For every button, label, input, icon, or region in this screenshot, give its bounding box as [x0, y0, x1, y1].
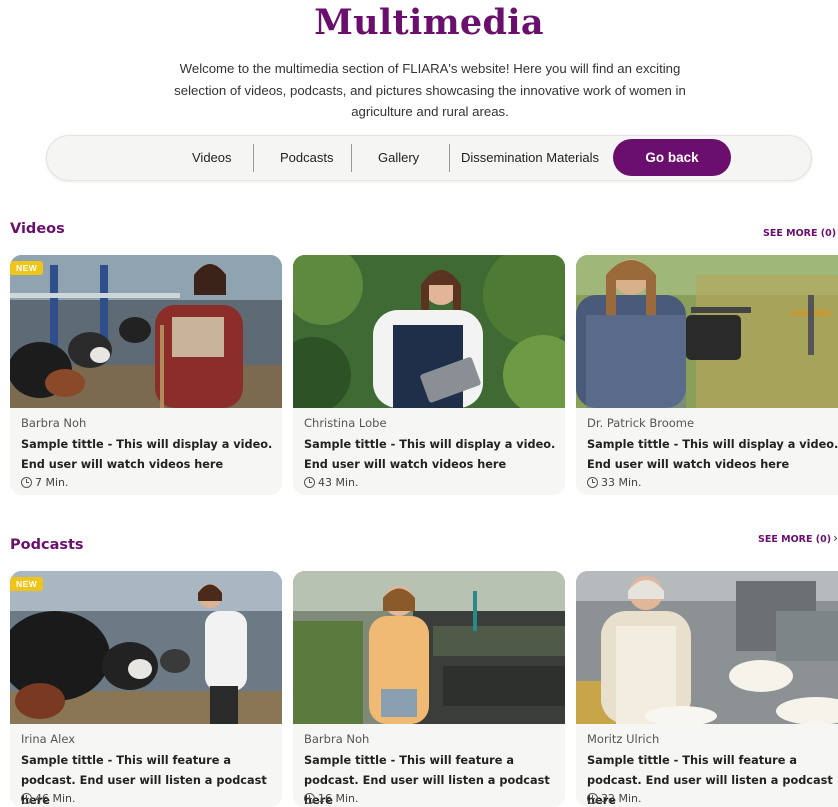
card-duration: 43 Min.	[304, 476, 359, 489]
duration-text: 16 Min.	[318, 792, 359, 805]
duration-text: 32 Min.	[601, 792, 642, 805]
clock-icon	[21, 477, 32, 488]
card-duration: 16 Min.	[304, 792, 359, 805]
nav-divider	[449, 144, 450, 172]
video-thumbnail	[10, 255, 282, 408]
nav-gallery[interactable]: Gallery	[378, 136, 419, 180]
podcast-thumbnail	[10, 571, 282, 724]
clock-icon	[304, 793, 315, 804]
new-badge: NEW	[10, 577, 44, 591]
duration-text: 7 Min.	[35, 476, 69, 489]
intro-text: Welcome to the multimedia section of FLI…	[174, 61, 686, 119]
card-author: Barbra Noh	[304, 732, 370, 746]
card-title: Sample tittle - This will display a vide…	[587, 438, 838, 471]
see-more-label: SEE MORE (0)	[758, 534, 832, 545]
duration-text: 43 Min.	[318, 476, 359, 489]
nav-divider	[351, 144, 352, 172]
nav-divider	[253, 144, 254, 172]
card-author: Irina Alex	[21, 732, 76, 746]
card-author: Christina Lobe	[304, 416, 387, 430]
card-author: Dr. Patrick Broome	[587, 416, 695, 430]
go-back-button[interactable]: Go back	[613, 139, 731, 176]
podcast-card[interactable]: Barbra Noh Sample tittle - This will fea…	[293, 571, 565, 807]
card-author: Barbra Noh	[21, 416, 87, 430]
card-duration: 46 Min.	[21, 792, 76, 805]
video-thumbnail	[293, 255, 565, 408]
podcast-thumbnail	[293, 571, 565, 724]
card-author: Moritz Ulrich	[587, 732, 660, 746]
video-card[interactable]: Dr. Patrick Broome Sample tittle - This …	[576, 255, 838, 495]
video-thumbnail	[576, 255, 838, 408]
nav-podcasts[interactable]: Podcasts	[280, 136, 333, 180]
podcasts-see-more-link[interactable]: SEE MORE (0) ›	[758, 531, 838, 545]
nav-videos[interactable]: Videos	[192, 136, 232, 180]
duration-text: 46 Min.	[35, 792, 76, 805]
card-duration: 33 Min.	[587, 476, 642, 489]
clock-icon	[587, 793, 598, 804]
videos-see-more-link[interactable]: SEE MORE (0)›	[763, 225, 838, 239]
clock-icon	[21, 793, 32, 804]
see-more-label: SEE MORE (0)	[763, 228, 837, 239]
section-nav-bar: Videos Podcasts Gallery Dissemination Ma…	[46, 135, 812, 181]
card-title: Sample tittle - This will display a vide…	[21, 438, 273, 471]
video-card[interactable]: Christina Lobe Sample tittle - This will…	[293, 255, 565, 495]
card-title: Sample tittle - This will display a vide…	[304, 438, 556, 471]
new-badge: NEW	[10, 261, 44, 275]
clock-icon	[304, 477, 315, 488]
card-duration: 32 Min.	[587, 792, 642, 805]
podcasts-heading: Podcasts	[10, 537, 84, 553]
videos-heading: Videos	[10, 221, 65, 237]
podcast-thumbnail	[576, 571, 838, 724]
chevron-right-icon: ›	[833, 531, 838, 545]
nav-dissemination-materials[interactable]: Dissemination Materials	[461, 136, 599, 180]
page-title: Multimedia	[314, 2, 544, 43]
podcast-card[interactable]: NEW Irina Alex Sample tittle - This will…	[10, 571, 282, 807]
video-card[interactable]: NEW Barbra Noh Sample tittle - This will…	[10, 255, 282, 495]
clock-icon	[587, 477, 598, 488]
podcast-card[interactable]: Moritz Ulrich Sample tittle - This will …	[576, 571, 838, 807]
card-duration: 7 Min.	[21, 476, 69, 489]
duration-text: 33 Min.	[601, 476, 642, 489]
